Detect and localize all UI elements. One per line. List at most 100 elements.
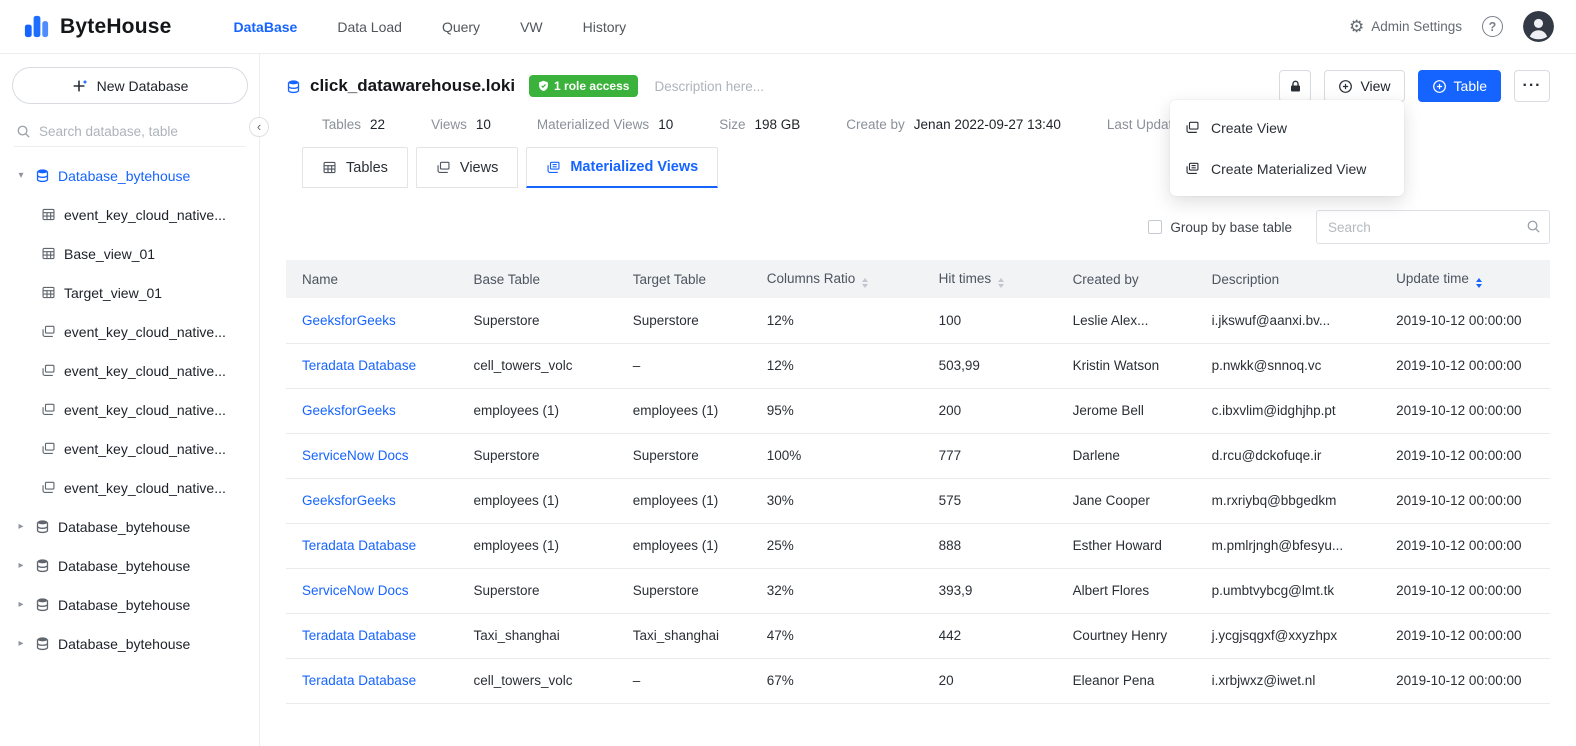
tree-database[interactable]: ▸ Database_bytehouse bbox=[0, 546, 259, 585]
nav-item-history[interactable]: History bbox=[583, 15, 627, 39]
tab-tables[interactable]: Tables bbox=[302, 147, 408, 188]
sidebar-search-input[interactable] bbox=[39, 124, 243, 139]
mv-name-link[interactable]: Teradata Database bbox=[302, 673, 416, 688]
cell-name: ServiceNow Docs bbox=[286, 568, 465, 613]
admin-settings-button[interactable]: ⚙ Admin Settings bbox=[1349, 18, 1462, 35]
cell-description: p.nwkk@snnoq.vc bbox=[1204, 343, 1389, 388]
tree-item-view[interactable]: event_key_cloud_native... bbox=[0, 429, 259, 468]
sidebar-collapse-button[interactable]: ‹ bbox=[249, 117, 269, 137]
group-by-base-table[interactable]: Group by base table bbox=[1148, 220, 1292, 235]
table-row[interactable]: ServiceNow DocsSuperstoreSuperstore32%39… bbox=[286, 568, 1550, 613]
lock-icon bbox=[1288, 79, 1303, 94]
stat-label: Create by bbox=[846, 117, 905, 132]
table-icon bbox=[322, 160, 337, 175]
table-toolbar: Group by base table bbox=[286, 210, 1550, 244]
cell-hit-times: 888 bbox=[931, 523, 1065, 568]
cell-base-table: Superstore bbox=[465, 568, 624, 613]
caret-right-icon[interactable]: ▸ bbox=[15, 560, 27, 571]
column-columns-ratio[interactable]: Columns Ratio bbox=[759, 260, 931, 298]
cell-description: i.xrbjwxz@iwet.nl bbox=[1204, 658, 1389, 703]
table-row[interactable]: GeeksforGeeksemployees (1)employees (1)3… bbox=[286, 478, 1550, 523]
question-icon: ? bbox=[1489, 20, 1497, 34]
column-update-time[interactable]: Update time bbox=[1388, 260, 1550, 298]
stat-label: Views bbox=[431, 117, 467, 132]
tree-item-view[interactable]: event_key_cloud_native... bbox=[0, 468, 259, 507]
description-placeholder[interactable]: Description here... bbox=[654, 79, 764, 94]
mv-name-link[interactable]: GeeksforGeeks bbox=[302, 403, 396, 418]
role-access-badge[interactable]: 1 role access bbox=[529, 75, 638, 97]
help-button[interactable]: ? bbox=[1482, 16, 1503, 37]
avatar[interactable] bbox=[1523, 11, 1554, 42]
mv-name-link[interactable]: GeeksforGeeks bbox=[302, 313, 396, 328]
caret-right-icon[interactable]: ▸ bbox=[15, 638, 27, 649]
nav-item-database[interactable]: DataBase bbox=[234, 15, 298, 39]
caret-down-icon[interactable]: ▾ bbox=[15, 170, 27, 181]
tree-item-label: event_key_cloud_native... bbox=[64, 363, 226, 379]
create-view-button[interactable]: View bbox=[1324, 70, 1404, 102]
stat-create-by: Create by Jenan 2022-09-27 13:40 bbox=[846, 117, 1061, 132]
tree-database-label: Database_bytehouse bbox=[58, 636, 190, 652]
sort-icon[interactable] bbox=[862, 278, 868, 288]
group-by-checkbox[interactable] bbox=[1148, 220, 1162, 234]
table-row[interactable]: Teradata Databasecell_towers_volc–67%20E… bbox=[286, 658, 1550, 703]
table-search-input[interactable] bbox=[1316, 210, 1550, 244]
cell-name: Teradata Database bbox=[286, 343, 465, 388]
caret-right-icon[interactable]: ▸ bbox=[15, 521, 27, 532]
tree-item-view[interactable]: event_key_cloud_native... bbox=[0, 390, 259, 429]
database-icon-inner bbox=[286, 79, 301, 94]
cell-name: GeeksforGeeks bbox=[286, 478, 465, 523]
lock-button[interactable] bbox=[1279, 70, 1311, 102]
table-row[interactable]: GeeksforGeeksSuperstoreSuperstore12%100L… bbox=[286, 298, 1550, 343]
new-database-button[interactable]: New Database bbox=[12, 67, 248, 104]
mv-name-link[interactable]: Teradata Database bbox=[302, 628, 416, 643]
table-row[interactable]: Teradata DatabaseTaxi_shanghaiTaxi_shang… bbox=[286, 613, 1550, 658]
nav-item-vw[interactable]: VW bbox=[520, 15, 543, 39]
mv-name-link[interactable]: GeeksforGeeks bbox=[302, 493, 396, 508]
cell-created-by: Darlene bbox=[1065, 433, 1204, 478]
cell-created-by: Leslie Alex... bbox=[1065, 298, 1204, 343]
more-button[interactable]: ··· bbox=[1514, 70, 1550, 102]
mv-name-link[interactable]: ServiceNow Docs bbox=[302, 583, 409, 598]
menu-item-create-view[interactable]: Create View bbox=[1170, 107, 1404, 148]
mv-name-link[interactable]: Teradata Database bbox=[302, 538, 416, 553]
stat-value: Jenan 2022-09-27 13:40 bbox=[914, 117, 1061, 132]
mv-name-link[interactable]: ServiceNow Docs bbox=[302, 448, 409, 463]
tab-views[interactable]: Views bbox=[416, 147, 518, 188]
table-row[interactable]: Teradata Databaseemployees (1)employees … bbox=[286, 523, 1550, 568]
table-header-row: NameBase TableTarget TableColumns RatioH… bbox=[286, 260, 1550, 298]
tab-materialized-views[interactable]: Materialized Views bbox=[526, 147, 718, 188]
table-row[interactable]: ServiceNow DocsSuperstoreSuperstore100%7… bbox=[286, 433, 1550, 478]
stat-value: 22 bbox=[370, 117, 385, 132]
top-navbar: ByteHouse DataBaseData LoadQueryVWHistor… bbox=[0, 0, 1576, 54]
menu-item-create-materialized-view[interactable]: Create Materialized View bbox=[1170, 148, 1404, 189]
tree-database[interactable]: ▸ Database_bytehouse bbox=[0, 624, 259, 663]
tree-item-table[interactable]: Base_view_01 bbox=[0, 234, 259, 273]
mv-name-link[interactable]: Teradata Database bbox=[302, 358, 416, 373]
table-row[interactable]: GeeksforGeeksemployees (1)employees (1)9… bbox=[286, 388, 1550, 433]
nav-item-data-load[interactable]: Data Load bbox=[337, 15, 402, 39]
tree-database[interactable]: ▸Database_bytehouse bbox=[0, 585, 259, 624]
cell-hit-times: 575 bbox=[931, 478, 1065, 523]
column-hit-times[interactable]: Hit times bbox=[931, 260, 1065, 298]
caret-right-icon[interactable]: ▸ bbox=[15, 599, 27, 610]
cell-columns-ratio: 95% bbox=[759, 388, 931, 433]
table-row[interactable]: Teradata Databasecell_towers_volc–12%503… bbox=[286, 343, 1550, 388]
database-icon bbox=[35, 519, 50, 534]
tree-item-table[interactable]: Target_view_01 bbox=[0, 273, 259, 312]
sort-icon[interactable] bbox=[1476, 278, 1482, 288]
tree-item-table[interactable]: event_key_cloud_native... bbox=[0, 195, 259, 234]
cell-created-by: Kristin Watson bbox=[1065, 343, 1204, 388]
nav-item-query[interactable]: Query bbox=[442, 15, 480, 39]
tree-item-view[interactable]: event_key_cloud_native... bbox=[0, 351, 259, 390]
role-access-label: 1 role access bbox=[554, 79, 629, 93]
cell-hit-times: 393,9 bbox=[931, 568, 1065, 613]
tree-database-label: Database_bytehouse bbox=[58, 558, 190, 574]
database-header: click_datawarehouse.loki 1 role access D… bbox=[286, 68, 1550, 104]
tree-item-view[interactable]: event_key_cloud_native... bbox=[0, 312, 259, 351]
table-icon bbox=[41, 246, 56, 261]
tree-database[interactable]: ▸Database_bytehouse bbox=[0, 507, 259, 546]
cell-base-table: cell_towers_volc bbox=[465, 343, 624, 388]
tree-database[interactable]: ▾Database_bytehouse bbox=[0, 156, 259, 195]
sort-icon[interactable] bbox=[998, 278, 1004, 288]
create-table-button[interactable]: Table bbox=[1418, 70, 1501, 102]
